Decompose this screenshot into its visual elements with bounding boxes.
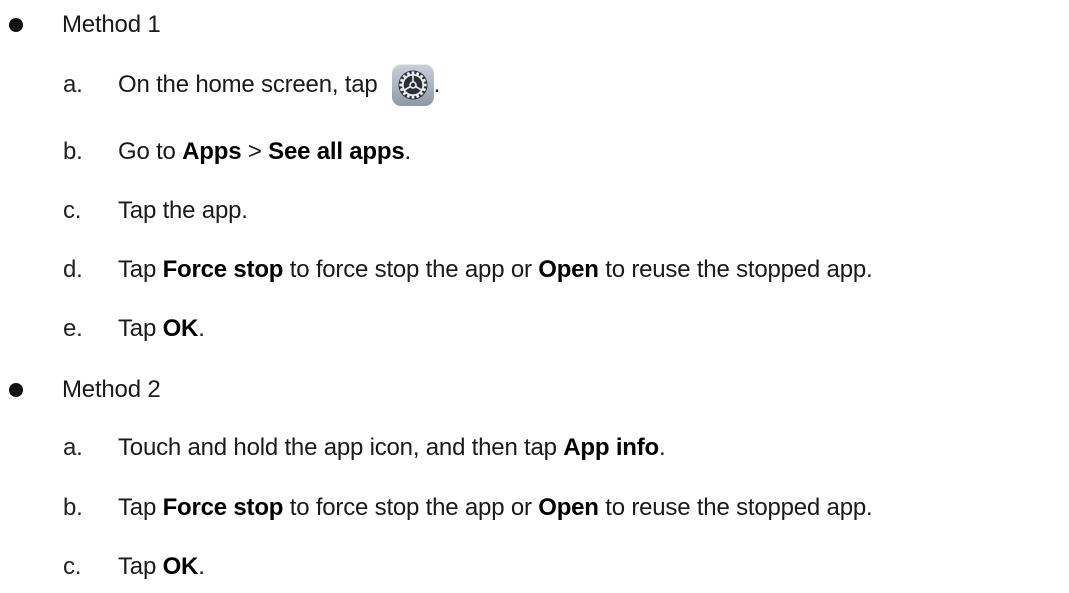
step-marker: a. <box>63 71 83 98</box>
step-marker: a. <box>63 434 83 461</box>
step-text: Tap the app. <box>118 197 248 224</box>
ok-term: OK <box>162 315 199 342</box>
step-text-part: > <box>247 138 262 165</box>
step-text: Touch and hold the app icon, and then ta… <box>118 434 666 462</box>
step-text-part: to reuse the stopped app. <box>605 494 873 521</box>
step-marker: d. <box>63 256 83 283</box>
step-text: Tap Force stop to force stop the app or … <box>118 494 873 522</box>
step-text-part: . <box>659 434 666 461</box>
step-text-part: to reuse the stopped app. <box>605 256 873 283</box>
settings-icon <box>391 64 434 106</box>
open-term: Open <box>538 494 599 521</box>
step-text-part: to force stop the app or <box>289 256 532 283</box>
bullet-icon <box>9 18 23 32</box>
method-2-label: Method 2 <box>62 376 161 403</box>
see-all-apps-term: See all apps <box>268 138 405 165</box>
step-text-part: Tap <box>118 256 157 283</box>
step-marker: c. <box>63 553 82 580</box>
step-text-part: Touch and hold the app icon, and then ta… <box>118 434 557 461</box>
apps-term: Apps <box>182 138 242 165</box>
step-text: Tap Force stop to force stop the app or … <box>118 256 873 284</box>
step-marker: b. <box>63 138 83 165</box>
force-stop-term: Force stop <box>162 256 284 283</box>
step-marker: e. <box>63 315 83 342</box>
step-text-part: . <box>198 553 205 580</box>
step-text-part: . <box>198 315 205 342</box>
step-text: On the home screen, tap . <box>118 64 440 106</box>
step-text-part: Tap <box>118 494 157 521</box>
step-text-part: to force stop the app or <box>289 494 532 521</box>
step-marker: b. <box>63 494 83 521</box>
step-text-part: . <box>433 71 441 98</box>
step-text: Tap OK. <box>118 315 205 343</box>
method-1-label: Method 1 <box>62 11 161 38</box>
step-text-part: Tap <box>118 315 157 342</box>
step-text-part: Tap <box>118 553 157 580</box>
step-text-part: Go to <box>118 138 176 165</box>
app-info-term: App info <box>563 434 659 461</box>
step-text: Go to Apps > See all apps. <box>118 138 411 166</box>
ok-term: OK <box>162 553 199 580</box>
step-text: Tap OK. <box>118 553 205 581</box>
step-marker: c. <box>63 197 82 224</box>
force-stop-term: Force stop <box>162 494 284 521</box>
open-term: Open <box>538 256 599 283</box>
step-text-part: . <box>404 138 411 165</box>
step-text-part: On the home screen, tap <box>118 71 378 98</box>
bullet-icon <box>9 383 23 397</box>
